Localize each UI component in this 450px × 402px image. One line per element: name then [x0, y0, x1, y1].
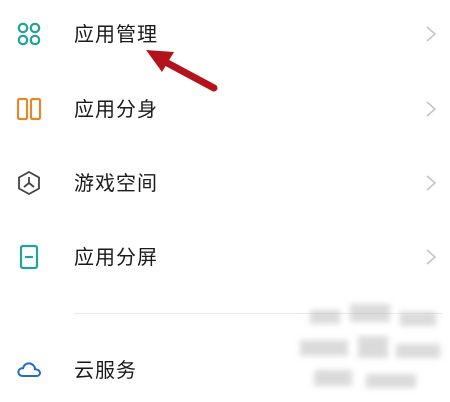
- settings-item-app-management[interactable]: 应用管理: [0, 9, 450, 59]
- split-screen-icon: [16, 244, 42, 270]
- chevron-right-icon: [426, 249, 437, 265]
- app-grid-icon: [16, 21, 42, 47]
- chevron-right-icon: [426, 101, 437, 117]
- game-space-icon: [16, 170, 42, 196]
- settings-item-game-space[interactable]: 游戏空间: [0, 158, 450, 208]
- settings-item-app-clone[interactable]: 应用分身: [0, 84, 450, 134]
- settings-item-label: 云服务: [74, 358, 137, 382]
- settings-item-split-screen[interactable]: 应用分屏: [0, 232, 450, 282]
- chevron-right-icon: [426, 175, 437, 191]
- settings-screen: 应用管理 应用分身 游戏空间 应用分屏 云服务: [0, 0, 450, 402]
- settings-item-label: 应用分屏: [74, 245, 158, 269]
- settings-item-label: 游戏空间: [74, 171, 158, 195]
- cloud-icon: [16, 357, 42, 383]
- chevron-right-icon: [426, 26, 437, 42]
- annotation-arrow-icon: [146, 50, 218, 92]
- settings-item-label: 应用分身: [74, 97, 158, 121]
- app-clone-icon: [16, 96, 42, 122]
- blurred-watermark: [300, 304, 440, 388]
